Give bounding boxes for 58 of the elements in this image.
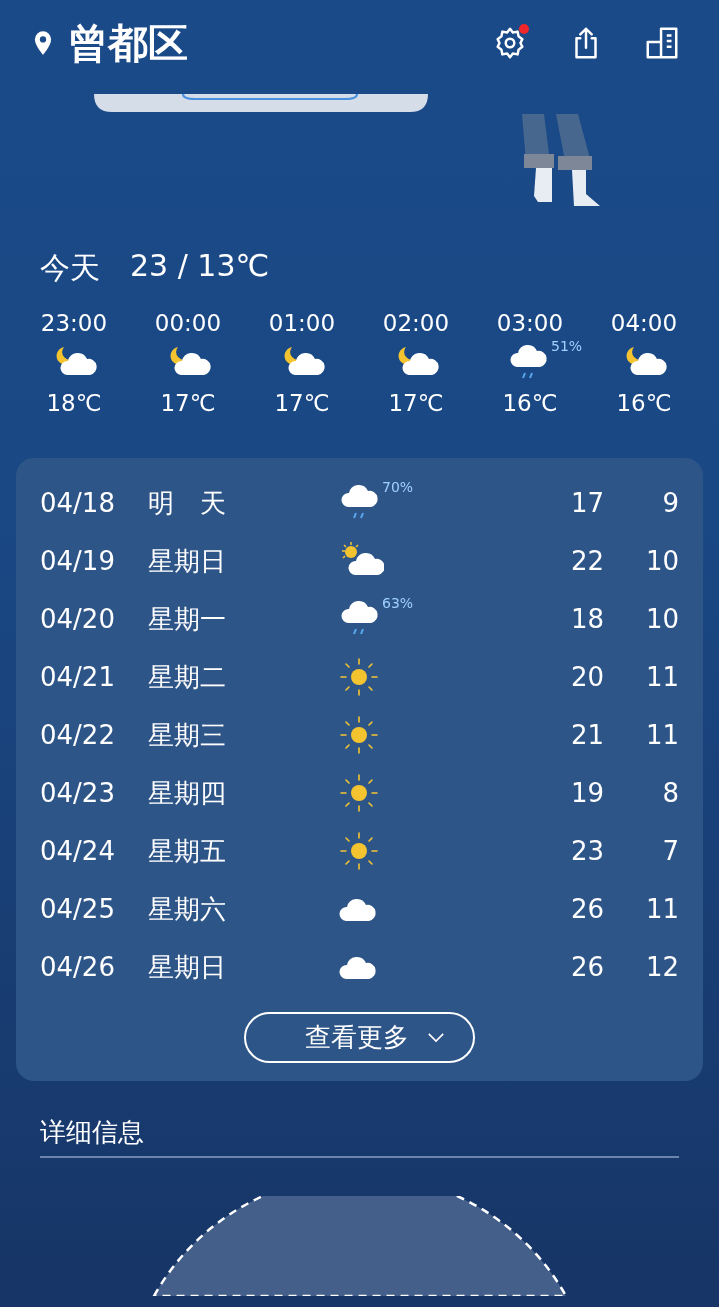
high-temperature: 26	[569, 952, 604, 982]
low-temperature: 10	[644, 546, 679, 576]
forecast-weekday: 星期日	[148, 544, 227, 578]
low-temperature: 11	[644, 662, 679, 692]
low-temperature: 8	[661, 778, 679, 808]
forecast-date: 04/23	[40, 778, 116, 808]
high-temperature: 23	[569, 836, 604, 866]
low-temperature: 9	[661, 488, 679, 518]
forecast-date: 04/20	[40, 604, 116, 634]
forecast-date: 04/19	[40, 546, 116, 576]
high-temperature: 18	[569, 604, 604, 634]
high-temperature: 21	[569, 720, 604, 750]
forecast-date: 04/22	[40, 720, 116, 750]
hour-temperature: 17℃	[160, 390, 216, 416]
low-temperature: 11	[644, 720, 679, 750]
forecast-weekday: 星期四	[148, 776, 227, 810]
high-temperature: 17	[569, 488, 604, 518]
low-temperature: 10	[644, 604, 679, 634]
hour-time: 23:00	[40, 310, 108, 336]
chevron-down-icon	[426, 1032, 445, 1043]
low-temperature: 11	[644, 894, 679, 924]
hour-time: 00:00	[154, 310, 222, 336]
section-title: 详细信息	[40, 1116, 145, 1149]
precipitation-chance: 63%	[382, 595, 414, 611]
hour-temperature: 18℃	[46, 390, 102, 416]
hour-time: 04:00	[610, 310, 678, 336]
high-temperature: 20	[569, 662, 604, 692]
today-label: 今天	[40, 249, 100, 287]
forecast-weekday: 明 天	[148, 486, 227, 520]
hour-time: 01:00	[268, 310, 336, 336]
forecast-weekday: 星期五	[148, 834, 227, 868]
high-temperature: 26	[569, 894, 604, 924]
forecast-weekday: 星期日	[148, 950, 227, 984]
high-temperature: 22	[569, 546, 604, 576]
forecast-weekday: 星期二	[148, 660, 227, 694]
view-more-button[interactable]: 查看更多	[244, 1012, 475, 1063]
forecast-date: 04/24	[40, 836, 116, 866]
forecast-date: 04/26	[40, 952, 116, 982]
forecast-weekday: 星期一	[148, 602, 227, 636]
hour-temperature: 17℃	[274, 390, 330, 416]
forecast-date: 04/18	[40, 488, 116, 518]
hour-temperature: 17℃	[388, 390, 444, 416]
hour-temperature: 16℃	[616, 390, 672, 416]
low-temperature: 12	[644, 952, 679, 982]
temperature-range: 23 / 13℃	[130, 248, 270, 285]
forecast-date: 04/25	[40, 894, 116, 924]
hour-temperature: 16℃	[502, 390, 558, 416]
city-name[interactable]: 曾都区	[68, 15, 188, 71]
precipitation-chance: 51%	[551, 338, 583, 354]
location-pin-icon	[34, 30, 52, 56]
low-temperature: 7	[661, 836, 679, 866]
forecast-weekday: 星期三	[148, 718, 227, 752]
hour-time: 03:00	[496, 310, 564, 336]
precipitation-chance: 70%	[382, 479, 414, 495]
forecast-weekday: 星期六	[148, 892, 227, 926]
forecast-date: 04/21	[40, 662, 116, 692]
high-temperature: 19	[569, 778, 604, 808]
hour-time: 02:00	[382, 310, 450, 336]
